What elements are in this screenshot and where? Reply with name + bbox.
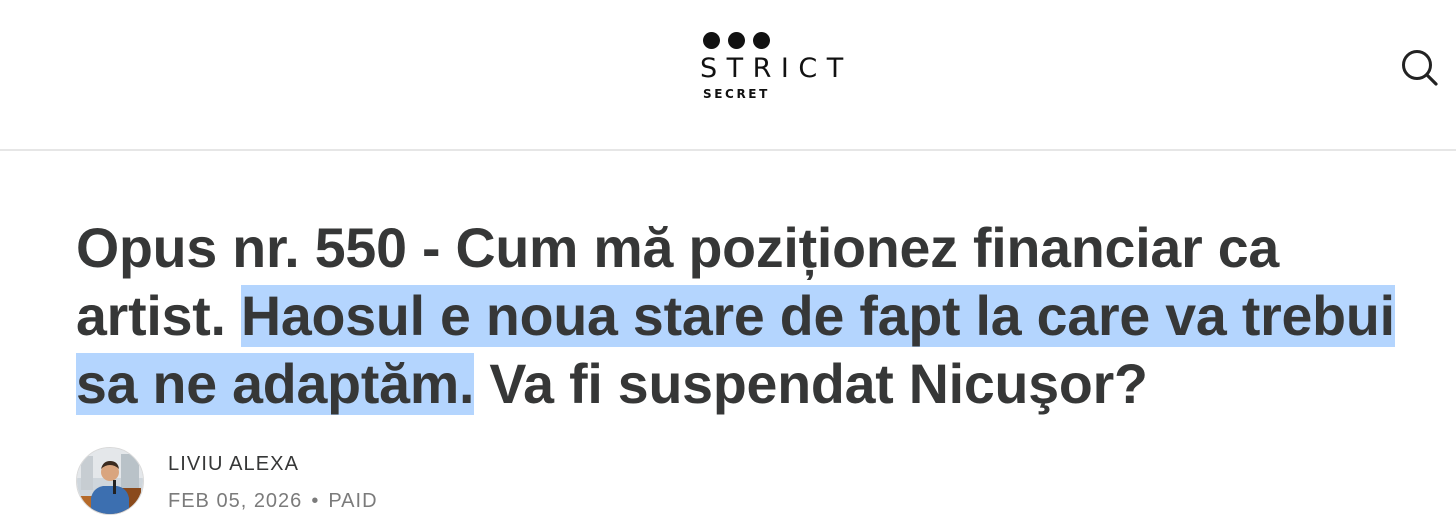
author-photo — [77, 448, 143, 514]
top-bar: STRICT SECRET — [0, 0, 1456, 151]
logo-dots-icon — [703, 32, 775, 52]
post-date: FEB 05, 2026 — [168, 490, 303, 512]
logo-wordmark-primary: STRICT — [700, 53, 853, 84]
search-button[interactable] — [1398, 46, 1442, 90]
page: STRICT SECRET Opus nr. 550 - Cum mă pozi… — [0, 0, 1456, 527]
publication-logo[interactable]: STRICT SECRET — [700, 30, 846, 106]
access-badge: PAID — [328, 490, 378, 512]
meta-separator: • — [311, 490, 320, 512]
byline: LIVIU ALEXA FEB 05, 2026 • PAID — [76, 447, 676, 519]
search-icon — [1402, 50, 1438, 86]
author-name-link[interactable]: LIVIU ALEXA — [168, 453, 299, 476]
post-meta: FEB 05, 2026 • PAID — [168, 490, 378, 513]
title-text-end: Va fi suspendat Nicuşor? — [474, 353, 1148, 415]
logo-wordmark-secondary: SECRET — [703, 87, 770, 101]
author-avatar[interactable] — [76, 447, 144, 515]
post-title: Opus nr. 550 - Cum mă poziționez financi… — [76, 214, 1416, 418]
